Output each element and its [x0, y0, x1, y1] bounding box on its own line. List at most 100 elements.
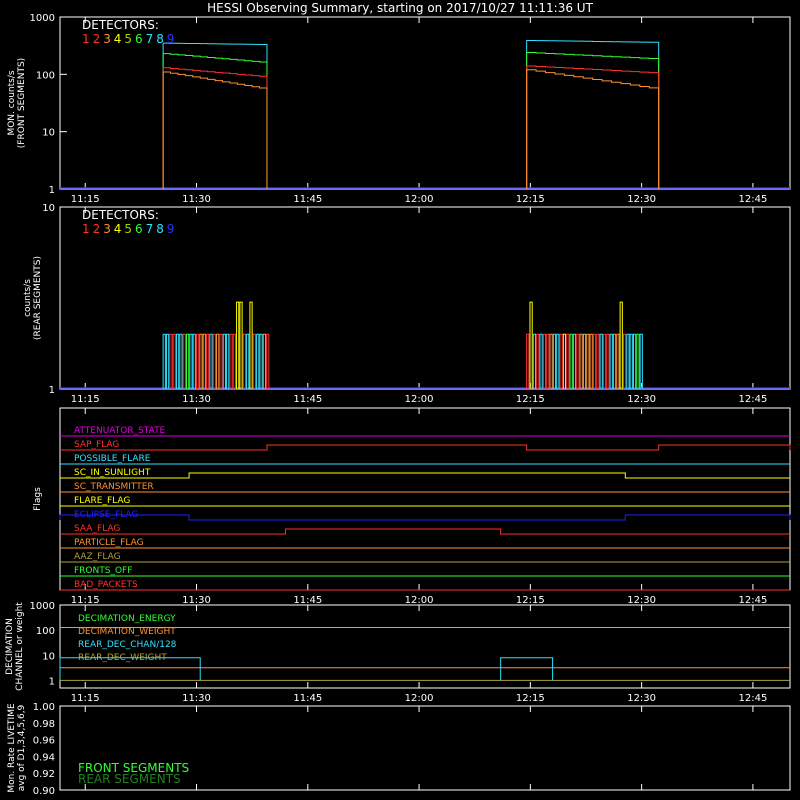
rear-spike — [532, 333, 537, 389]
front-series-det3 — [162, 71, 268, 189]
front-xtick-label: 11:30 — [182, 194, 211, 205]
front-series-det8 — [162, 42, 268, 189]
rear-spike — [559, 333, 563, 389]
decimation-xtick-label: 11:15 — [71, 693, 100, 704]
rear-spike — [539, 333, 543, 389]
decimation-ytick-label: 10 — [42, 651, 55, 662]
rear-spike — [622, 333, 627, 389]
decimation-xtick-label: 12:15 — [516, 693, 545, 704]
rear-spike — [626, 333, 630, 389]
livetime-ytick-label: 0.98 — [33, 719, 55, 730]
front-detectors-label: DETECTORS: — [82, 18, 159, 32]
flag-label: SAA_FLAG — [74, 524, 120, 534]
flag-label: SC_IN_SUNLIGHT — [74, 468, 151, 478]
rear-detector-number: 8 — [156, 222, 164, 236]
rear-spike — [259, 333, 263, 389]
rear-spike — [256, 333, 260, 389]
rear-spike — [592, 333, 597, 389]
rear-spike — [192, 333, 196, 389]
rear-spike — [636, 333, 640, 389]
flag-line — [60, 472, 790, 479]
hessi-summary-chart: HESSI Observing Summary, starting on 201… — [5, 1, 791, 797]
rear-spike — [175, 333, 180, 389]
rear-ytick-label: 1 — [49, 385, 55, 396]
rear-detectors-label: DETECTORS: — [82, 208, 159, 222]
rear-spike — [562, 333, 567, 389]
livetime-ylabel: avg of D1,3,4,5,6,9 — [17, 704, 27, 791]
front-xtick-label: 11:45 — [293, 194, 322, 205]
rear-spike — [546, 333, 550, 389]
flag-label: SAP_FLAG — [74, 440, 119, 450]
front-detector-number: 5 — [124, 32, 132, 46]
rear-spike — [589, 333, 593, 389]
flag-line — [60, 528, 790, 535]
flag-label: SC_TRANSMITTER — [74, 482, 154, 492]
flag-label: BAD_PACKETS — [74, 580, 138, 590]
front-detector-number: 6 — [135, 32, 143, 46]
rear-spike — [226, 333, 230, 389]
flags-xtick-label: 11:45 — [293, 595, 322, 606]
rear-spike — [229, 333, 233, 389]
rear-spike — [212, 333, 216, 389]
rear-ylabel: counts/s — [23, 279, 33, 317]
rear-spike — [616, 333, 620, 389]
flag-label: FRONTS_OFF — [74, 566, 132, 576]
front-xtick-label: 12:30 — [627, 194, 656, 205]
rear-spike — [529, 301, 533, 389]
front-ylabel: (FRONT SEGMENTS) — [17, 58, 27, 148]
rear-spike — [609, 333, 613, 389]
front-detector-number: 4 — [114, 32, 122, 46]
decimation-legend-label: REAR_DEC_CHAN/128 — [78, 640, 177, 650]
rear-spike — [252, 333, 256, 389]
front-ytick-label: 1 — [49, 185, 55, 196]
rear-ylabel: (REAR SEGMENTS) — [33, 256, 43, 340]
rear-spike — [162, 333, 166, 389]
flag-line — [60, 444, 791, 451]
rear-spike — [185, 333, 190, 389]
rear-spike — [612, 333, 617, 389]
rear-spike — [606, 333, 610, 389]
rear-spike — [202, 333, 206, 389]
flags-xtick-label: 12:00 — [405, 595, 434, 606]
rear-spike — [586, 333, 590, 389]
rear-spike — [216, 333, 220, 389]
rear-ytick-label: 10 — [42, 203, 55, 214]
flags-xtick-label: 11:15 — [71, 595, 100, 606]
rear-xtick-label: 11:45 — [293, 394, 322, 405]
decimation-legend-label: DECIMATION_WEIGHT — [78, 627, 176, 637]
livetime-ytick-label: 0.92 — [33, 769, 55, 780]
livetime-ylabel: Mon. Rate LIVETIME — [7, 703, 17, 793]
rear-spike — [576, 333, 580, 389]
flags-ylabel: Flags — [33, 487, 43, 511]
rear-spike — [556, 333, 560, 389]
rear-xtick-label: 12:00 — [405, 394, 434, 405]
rear-spike — [536, 333, 540, 389]
flag-label: PARTICLE_FLAG — [74, 538, 144, 548]
flags-panel-frame — [59, 407, 791, 591]
front-detector-number: 8 — [156, 32, 164, 46]
front-detector-number: 9 — [167, 32, 175, 46]
rear-spike — [239, 301, 243, 389]
rear-spike — [549, 333, 553, 389]
rear-spike — [596, 333, 600, 389]
rear-spike — [569, 333, 573, 389]
rear-spike — [262, 333, 266, 389]
front-ytick-label: 100 — [36, 70, 55, 81]
rear-spike — [179, 333, 183, 389]
decimation-xtick-label: 12:45 — [738, 693, 767, 704]
front-series-det3 — [526, 69, 660, 189]
front-detector-number: 3 — [103, 32, 111, 46]
rear-xtick-label: 12:45 — [738, 394, 767, 405]
rear-spike — [526, 333, 530, 389]
rear-dec-chan-line — [500, 657, 554, 681]
rear-spike — [246, 333, 250, 389]
front-ytick-label: 1000 — [30, 13, 55, 24]
decimation-ylabel: CHANNEL or weight — [15, 602, 25, 691]
front-series-det1 — [526, 65, 660, 189]
front-series-det8 — [526, 39, 660, 189]
rear-spike — [639, 333, 643, 389]
rear-spike — [199, 333, 203, 389]
rear-spike — [542, 333, 547, 389]
decimation-ytick-label: 1 — [49, 676, 55, 687]
rear-spike — [209, 333, 213, 389]
